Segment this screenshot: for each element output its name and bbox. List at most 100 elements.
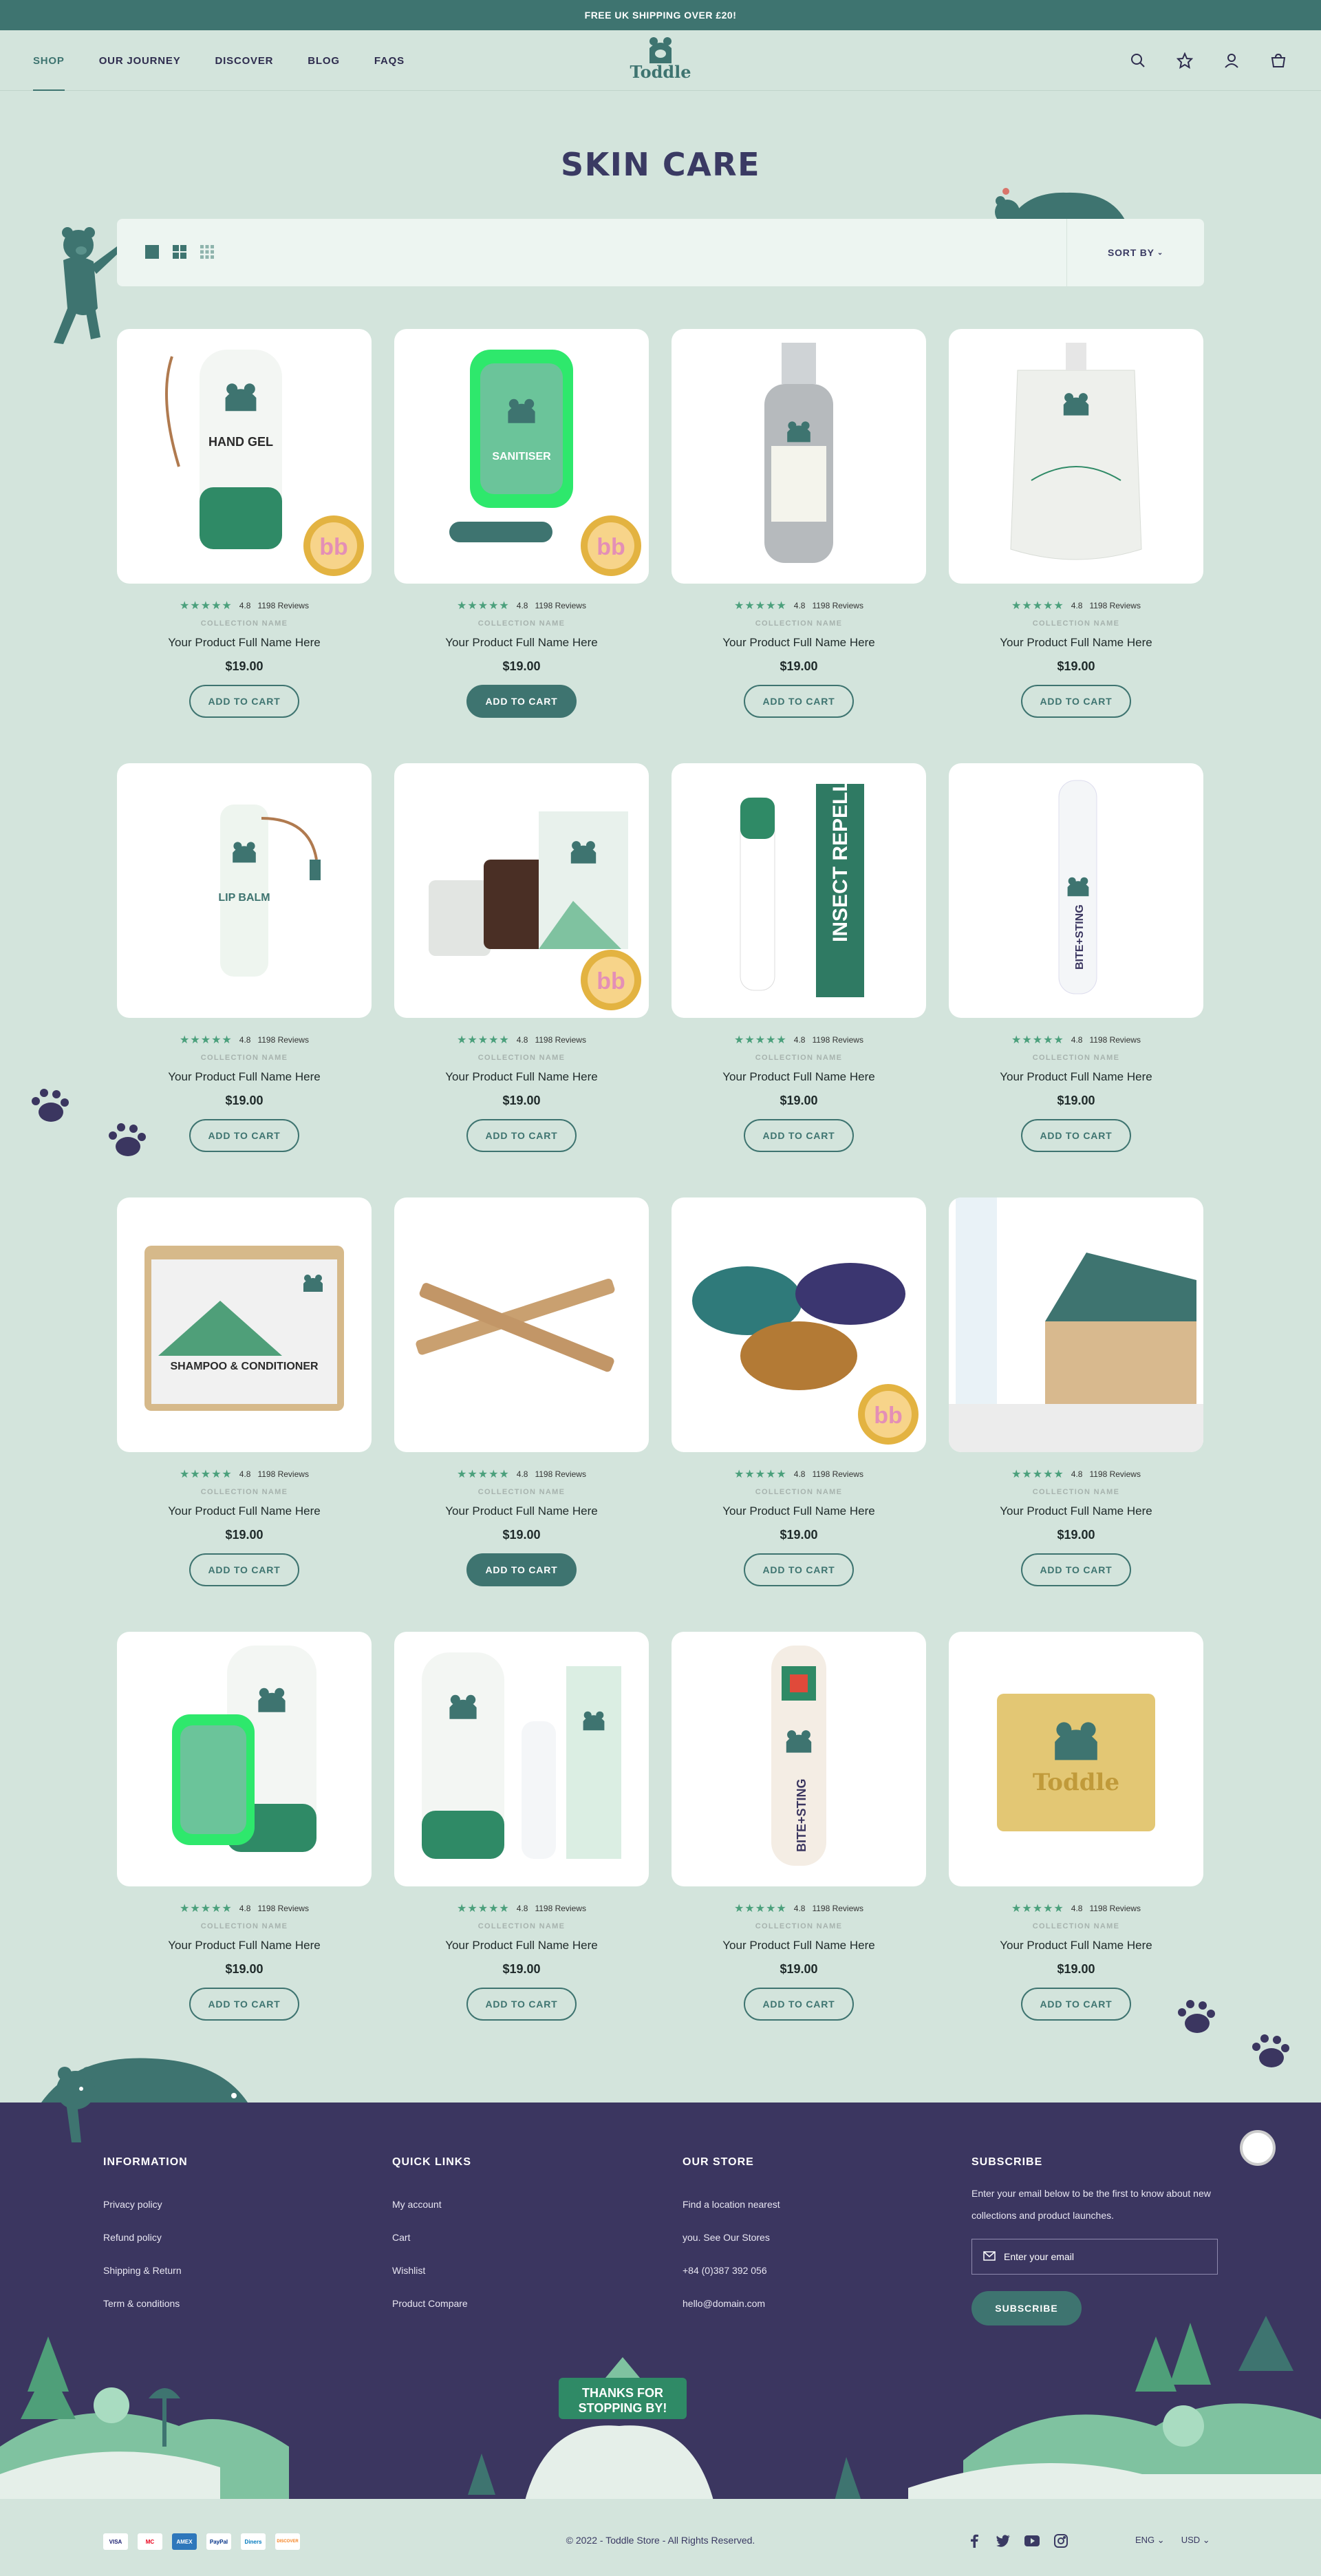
language-selector[interactable]: ENG ⌄ [1135, 2535, 1165, 2546]
product-card[interactable]: BITE+STING ★★★★★ 4.8 1198 Reviews COLLEC… [672, 1632, 926, 2042]
review-count[interactable]: 1198 Reviews [1089, 1904, 1140, 1913]
nav-shop[interactable]: SHOP [33, 30, 65, 91]
product-image[interactable]: SHAMPOO & CONDITIONER [117, 1197, 372, 1452]
collection-name[interactable]: COLLECTION NAME [672, 1922, 926, 1930]
product-image[interactable]: Toddle [949, 1632, 1203, 1886]
review-count[interactable]: 1198 Reviews [257, 1904, 308, 1913]
chat-widget-icon[interactable] [1240, 2130, 1276, 2166]
review-count[interactable]: 1198 Reviews [1089, 1469, 1140, 1479]
product-name[interactable]: Your Product Full Name Here [394, 636, 649, 650]
add-to-cart-button[interactable]: ADD TO CART [744, 1553, 854, 1586]
product-card[interactable]: ★★★★★ 4.8 1198 Reviews COLLECTION NAME Y… [117, 1632, 372, 2042]
product-card[interactable]: ★★★★★ 4.8 1198 Reviews COLLECTION NAME Y… [394, 1197, 649, 1608]
email-field[interactable]: Enter your email [971, 2239, 1218, 2275]
collection-name[interactable]: COLLECTION NAME [672, 1488, 926, 1496]
product-image[interactable] [949, 1197, 1203, 1452]
review-count[interactable]: 1198 Reviews [257, 1469, 308, 1479]
product-name[interactable]: Your Product Full Name Here [949, 636, 1203, 650]
collection-name[interactable]: COLLECTION NAME [117, 1054, 372, 1062]
product-card[interactable]: ★★★★★ 4.8 1198 Reviews COLLECTION NAME Y… [394, 1632, 649, 2042]
footer-link-cart[interactable]: Cart [392, 2221, 471, 2254]
product-name[interactable]: Your Product Full Name Here [672, 636, 926, 650]
product-name[interactable]: Your Product Full Name Here [672, 1504, 926, 1518]
collection-name[interactable]: COLLECTION NAME [672, 1054, 926, 1062]
product-card[interactable]: SANITISER bb ★★★★★ 4.8 1198 Reviews COLLE… [394, 329, 649, 739]
review-count[interactable]: 1198 Reviews [812, 1469, 863, 1479]
sort-by-dropdown[interactable]: SORT BY ⌄ [1066, 219, 1204, 286]
collection-name[interactable]: COLLECTION NAME [949, 1922, 1203, 1930]
product-card[interactable]: Toddle ★★★★★ 4.8 1198 Reviews COLLECTION… [949, 1632, 1203, 2042]
collection-name[interactable]: COLLECTION NAME [394, 1922, 649, 1930]
product-card[interactable]: HAND GEL bb ★★★★★ 4.8 1198 Reviews COLLEC… [117, 329, 372, 739]
review-count[interactable]: 1198 Reviews [1089, 1035, 1140, 1045]
product-card[interactable]: LIP BALM ★★★★★ 4.8 1198 Reviews COLLECTI… [117, 763, 372, 1173]
bag-icon[interactable] [1269, 51, 1288, 70]
product-image[interactable]: INSECT REPELLENT [672, 763, 926, 1018]
add-to-cart-button[interactable]: ADD TO CART [1021, 1553, 1131, 1586]
review-count[interactable]: 1198 Reviews [257, 1035, 308, 1045]
collection-name[interactable]: COLLECTION NAME [117, 1488, 372, 1496]
add-to-cart-button[interactable]: ADD TO CART [466, 1119, 577, 1152]
product-card[interactable]: SHAMPOO & CONDITIONER ★★★★★ 4.8 1198 Rev… [117, 1197, 372, 1608]
collection-name[interactable]: COLLECTION NAME [949, 1488, 1203, 1496]
product-name[interactable]: Your Product Full Name Here [672, 1939, 926, 1952]
collection-name[interactable]: COLLECTION NAME [394, 1054, 649, 1062]
product-name[interactable]: Your Product Full Name Here [117, 1070, 372, 1084]
instagram-icon[interactable] [1053, 2533, 1068, 2548]
add-to-cart-button[interactable]: ADD TO CART [744, 685, 854, 718]
store-location-line2[interactable]: you. See Our Stores [683, 2221, 780, 2254]
product-card[interactable]: INSECT REPELLENT ★★★★★ 4.8 1198 Reviews … [672, 763, 926, 1173]
add-to-cart-button[interactable]: ADD TO CART [1021, 1988, 1131, 2021]
product-image[interactable]: bb [672, 1197, 926, 1452]
collection-name[interactable]: COLLECTION NAME [117, 1922, 372, 1930]
add-to-cart-button[interactable]: ADD TO CART [1021, 685, 1131, 718]
nav-discover[interactable]: DISCOVER [215, 30, 274, 91]
review-count[interactable]: 1198 Reviews [535, 1035, 586, 1045]
product-card[interactable]: BITE+STING ★★★★★ 4.8 1198 Reviews COLLEC… [949, 763, 1203, 1173]
review-count[interactable]: 1198 Reviews [535, 601, 586, 610]
store-phone[interactable]: +84 (0)387 392 056 [683, 2254, 780, 2287]
product-image[interactable] [949, 329, 1203, 584]
product-image[interactable]: SANITISER bb [394, 329, 649, 584]
product-image[interactable]: BITE+STING [672, 1632, 926, 1886]
product-image[interactable]: BITE+STING [949, 763, 1203, 1018]
footer-link-refund[interactable]: Refund policy [103, 2221, 188, 2254]
grid-2-icon[interactable] [172, 244, 187, 259]
add-to-cart-button[interactable]: ADD TO CART [744, 1988, 854, 2021]
product-image[interactable]: LIP BALM [117, 763, 372, 1018]
product-card[interactable]: ★★★★★ 4.8 1198 Reviews COLLECTION NAME Y… [949, 329, 1203, 739]
star-icon[interactable] [1175, 51, 1194, 70]
review-count[interactable]: 1198 Reviews [812, 601, 863, 610]
review-count[interactable]: 1198 Reviews [812, 1904, 863, 1913]
product-name[interactable]: Your Product Full Name Here [949, 1070, 1203, 1084]
twitter-icon[interactable] [996, 2533, 1011, 2548]
product-name[interactable]: Your Product Full Name Here [394, 1070, 649, 1084]
add-to-cart-button[interactable]: ADD TO CART [1021, 1119, 1131, 1152]
currency-selector[interactable]: USD ⌄ [1181, 2535, 1210, 2546]
search-icon[interactable] [1128, 51, 1148, 70]
collection-name[interactable]: COLLECTION NAME [394, 619, 649, 628]
footer-link-wishlist[interactable]: Wishlist [392, 2254, 471, 2287]
product-name[interactable]: Your Product Full Name Here [117, 1504, 372, 1518]
review-count[interactable]: 1198 Reviews [257, 601, 308, 610]
site-logo[interactable]: Toddle [623, 36, 698, 87]
add-to-cart-button[interactable]: ADD TO CART [189, 1988, 299, 2021]
product-image[interactable]: bb [394, 763, 649, 1018]
nav-our-journey[interactable]: OUR JOURNEY [99, 30, 181, 91]
collection-name[interactable]: COLLECTION NAME [117, 619, 372, 628]
list-view-icon[interactable] [144, 244, 160, 259]
add-to-cart-button[interactable]: ADD TO CART [466, 1988, 577, 2021]
facebook-icon[interactable] [967, 2533, 982, 2548]
nav-blog[interactable]: BLOG [308, 30, 340, 91]
review-count[interactable]: 1198 Reviews [812, 1035, 863, 1045]
nav-faqs[interactable]: FAQS [374, 30, 405, 91]
add-to-cart-button[interactable]: ADD TO CART [189, 1553, 299, 1586]
footer-link-account[interactable]: My account [392, 2188, 471, 2221]
product-image[interactable] [672, 329, 926, 584]
collection-name[interactable]: COLLECTION NAME [394, 1488, 649, 1496]
add-to-cart-button[interactable]: ADD TO CART [189, 1119, 299, 1152]
product-name[interactable]: Your Product Full Name Here [949, 1939, 1203, 1952]
youtube-icon[interactable] [1024, 2533, 1040, 2548]
product-name[interactable]: Your Product Full Name Here [394, 1939, 649, 1952]
footer-link-privacy[interactable]: Privacy policy [103, 2188, 188, 2221]
